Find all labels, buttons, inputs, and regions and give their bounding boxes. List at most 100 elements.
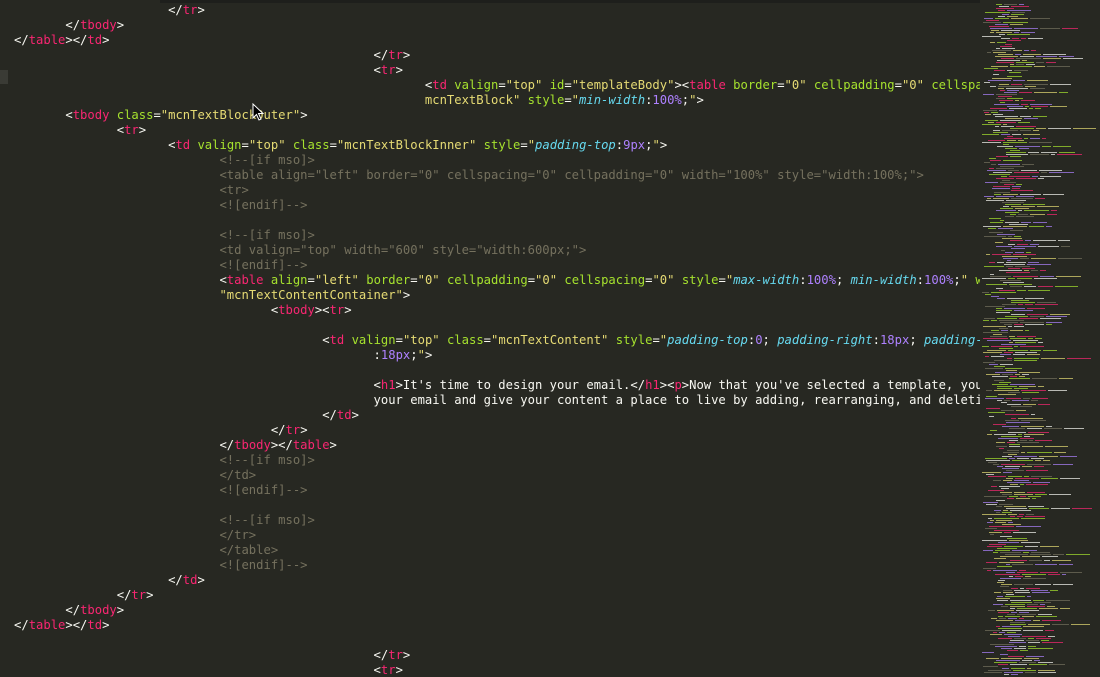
- minimap-stripe: [1001, 126, 1014, 127]
- code-line[interactable]: </td>: [14, 468, 980, 483]
- minimap-stripe: [1002, 626, 1021, 627]
- code-line[interactable]: <![endif]-->: [14, 258, 980, 273]
- minimap-stripe: [1050, 106, 1067, 107]
- code-line[interactable]: <table align="left" border="0" cellpaddi…: [14, 273, 1100, 288]
- minimap-stripe: [986, 408, 1000, 409]
- code-line[interactable]: <td valign="top" class="mcnTextContent" …: [14, 333, 1100, 348]
- code-line[interactable]: <![endif]-->: [14, 558, 980, 573]
- code-line[interactable]: </table>: [14, 543, 980, 558]
- code-line[interactable]: [14, 213, 980, 228]
- minimap-stripe: [1014, 648, 1026, 649]
- minimap-stripe: [984, 318, 995, 319]
- minimap-stripe: [1021, 518, 1045, 519]
- code-token: =: [777, 78, 785, 92]
- code-line[interactable]: <tr>: [14, 183, 980, 198]
- code-line[interactable]: <!--[if mso]>: [14, 513, 980, 528]
- code-line[interactable]: <!--[if mso]>: [14, 453, 980, 468]
- minimap[interactable]: [980, 0, 1100, 677]
- code-line[interactable]: [14, 318, 980, 333]
- code-line[interactable]: </tr>: [14, 423, 980, 438]
- code-token: >: [102, 33, 110, 47]
- minimap-stripe: [1054, 452, 1066, 453]
- code-line[interactable]: <!--[if mso]>: [14, 153, 980, 168]
- code-line[interactable]: [14, 633, 980, 648]
- minimap-stripe: [999, 100, 1013, 101]
- code-line[interactable]: </td>: [14, 573, 980, 588]
- minimap-stripe: [1017, 614, 1036, 615]
- code-token: padding-right: [777, 333, 873, 347]
- code-line[interactable]: mcnTextBlock" style="min-width:100%;">: [14, 93, 980, 108]
- code-token: <!--[if mso]>: [219, 513, 315, 527]
- code-line[interactable]: <tbody><tr>: [14, 303, 980, 318]
- code-line[interactable]: [14, 498, 980, 513]
- minimap-stripe: [992, 188, 1010, 189]
- minimap-stripe: [1031, 400, 1038, 401]
- minimap-stripe: [1003, 160, 1022, 161]
- minimap-stripe: [1045, 630, 1054, 631]
- code-line[interactable]: <![endif]-->: [14, 483, 980, 498]
- code-line[interactable]: <!--[if mso]>: [14, 228, 980, 243]
- minimap-stripe: [1003, 142, 1027, 143]
- code-token: valign: [454, 78, 499, 92]
- code-line[interactable]: <![endif]-->: [14, 198, 980, 213]
- minimap-stripe: [993, 604, 1003, 605]
- code-line[interactable]: </table></td>: [14, 618, 980, 633]
- minimap-stripe: [1031, 476, 1052, 477]
- code-line[interactable]: </tbody></table>: [14, 438, 980, 453]
- code-token: table: [28, 33, 66, 47]
- code-line[interactable]: </tr>: [14, 588, 980, 603]
- code-line[interactable]: <table align="left" border="0" cellspaci…: [14, 168, 980, 183]
- minimap-stripe: [1010, 606, 1025, 607]
- code-line[interactable]: <tr>: [14, 63, 980, 78]
- code-line[interactable]: [14, 363, 980, 378]
- minimap-stripe: [1014, 492, 1025, 493]
- code-editor[interactable]: </tr> </tbody> </table></td> </tr> <tr> <…: [0, 0, 1100, 677]
- code-token: ></: [65, 618, 88, 632]
- minimap-stripe: [1060, 572, 1082, 573]
- code-token: </: [168, 573, 183, 587]
- code-line[interactable]: "mcnTextContentContainer">: [14, 288, 980, 303]
- code-token: =: [307, 273, 315, 287]
- minimap-stripe: [1004, 352, 1013, 353]
- minimap-stripe: [1015, 478, 1039, 479]
- code-line[interactable]: <tbody class="mcnTextBlockOuter">: [14, 108, 980, 123]
- minimap-stripe: [1047, 214, 1057, 215]
- code-line[interactable]: </tr>: [14, 528, 980, 543]
- minimap-stripe: [1006, 370, 1017, 371]
- minimap-stripe: [1050, 84, 1071, 85]
- minimap-stripe: [1025, 86, 1036, 87]
- code-line[interactable]: <td valign="top" id="templateBody"><tabl…: [14, 78, 1100, 93]
- minimap-stripe: [1010, 560, 1027, 561]
- code-token: ": [652, 138, 660, 152]
- minimap-stripe: [1016, 196, 1034, 197]
- code-line[interactable]: <h1>It's time to design your email.</h1>…: [14, 378, 1100, 393]
- minimap-stripe: [985, 294, 991, 295]
- minimap-stripe: [983, 326, 1006, 327]
- minimap-stripe: [1018, 304, 1023, 305]
- code-line[interactable]: </table></td>: [14, 33, 980, 48]
- code-token: table: [689, 78, 726, 92]
- minimap-stripe: [1020, 56, 1034, 57]
- code-line[interactable]: </tbody>: [14, 18, 980, 33]
- minimap-stripe: [1013, 670, 1036, 671]
- minimap-stripe: [1008, 618, 1017, 619]
- code-line[interactable]: </tr>: [14, 3, 980, 18]
- code-line[interactable]: :18px;">: [14, 348, 980, 363]
- minimap-stripe: [1014, 172, 1039, 173]
- code-line[interactable]: </tr>: [14, 648, 980, 663]
- code-line[interactable]: <tr>: [14, 663, 980, 677]
- code-line[interactable]: </tr>: [14, 48, 980, 63]
- minimap-stripe: [997, 582, 1004, 583]
- code-line[interactable]: <tr>: [14, 123, 980, 138]
- code-line[interactable]: <td valign="top" class="mcnTextBlockInne…: [14, 138, 980, 153]
- code-line[interactable]: your email and give your content a place…: [14, 393, 1100, 408]
- code-token: ></: [270, 438, 293, 452]
- code-area[interactable]: </tr> </tbody> </table></td> </tr> <tr> <…: [14, 3, 1100, 677]
- code-line[interactable]: <td valign="top" width="600" style="widt…: [14, 243, 980, 258]
- code-line[interactable]: </td>: [14, 408, 980, 423]
- code-token: ;: [681, 93, 690, 107]
- minimap-stripe: [989, 262, 995, 263]
- code-line[interactable]: </tbody>: [14, 603, 980, 618]
- minimap-stripe: [1043, 54, 1066, 55]
